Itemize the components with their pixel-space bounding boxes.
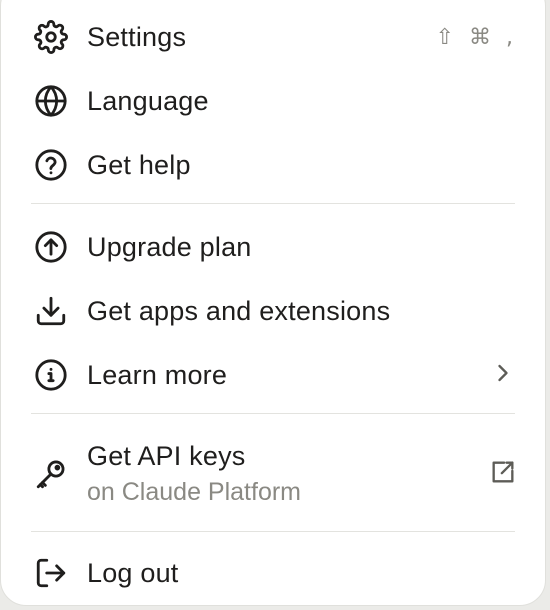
external-link-icon	[489, 458, 517, 491]
globe-icon	[33, 83, 69, 119]
menu-item-get-apps[interactable]: Get apps and extensions	[1, 289, 545, 333]
menu-item-learn-more[interactable]: Learn more	[1, 353, 545, 397]
key-icon	[33, 456, 69, 492]
arrow-up-circle-icon	[33, 229, 69, 265]
menu-item-label: Upgrade plan	[87, 231, 252, 262]
menu-divider	[31, 531, 515, 532]
menu-item-label: Log out	[87, 557, 179, 588]
menu-item-label: Language	[87, 85, 209, 116]
menu-item-label: Get help	[87, 149, 191, 180]
gear-icon	[33, 19, 69, 55]
menu-item-settings[interactable]: Settings ⇧ ⌘ ,	[1, 15, 545, 59]
menu-item-label: Get API keys	[87, 441, 246, 471]
menu-item-label: Learn more	[87, 359, 228, 390]
menu-item-label: Get apps and extensions	[87, 295, 391, 326]
question-circle-icon	[33, 147, 69, 183]
menu-item-sublabel: on Claude Platform	[87, 478, 302, 506]
menu-item-get-api-keys[interactable]: Get API keys on Claude Platform	[1, 437, 545, 511]
menu-divider	[31, 413, 515, 414]
download-icon	[33, 293, 69, 329]
menu-item-get-help[interactable]: Get help	[1, 143, 545, 187]
logout-icon	[33, 555, 69, 591]
menu-item-label: Settings	[87, 21, 187, 52]
menu-item-log-out[interactable]: Log out	[1, 551, 545, 595]
menu-item-language[interactable]: Language	[1, 79, 545, 123]
menu-divider	[31, 203, 515, 204]
menu-item-upgrade-plan[interactable]: Upgrade plan	[1, 225, 545, 269]
keyboard-shortcut: ⇧ ⌘ ,	[435, 24, 517, 50]
info-circle-icon	[33, 357, 69, 393]
chevron-right-icon	[489, 359, 517, 392]
account-menu: Settings ⇧ ⌘ , Language Get help Upgrade…	[0, 0, 546, 606]
